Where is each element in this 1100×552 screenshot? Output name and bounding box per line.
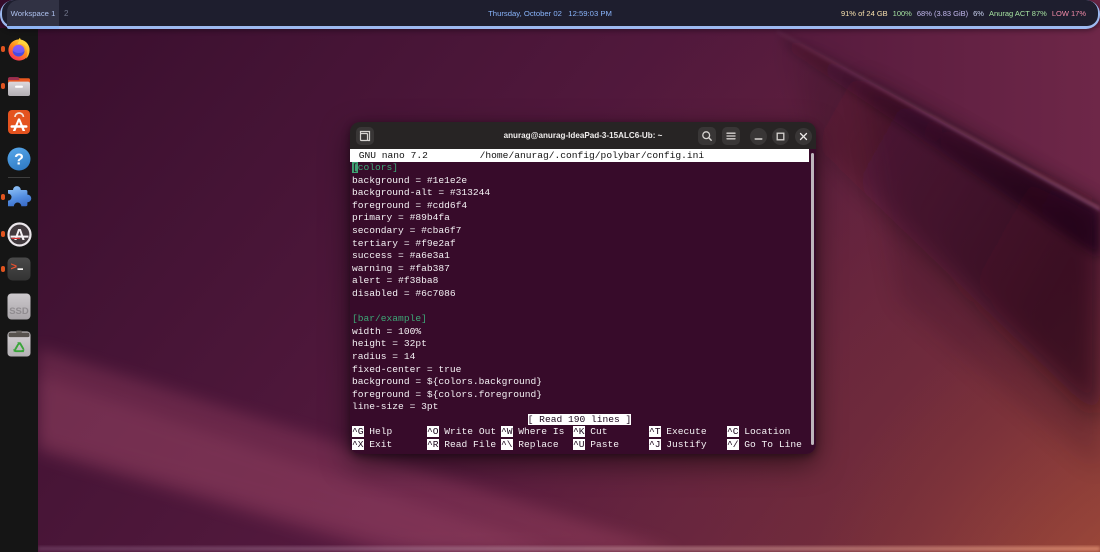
svg-text:>: > [11,262,18,274]
svg-text:?: ? [14,152,24,169]
svg-text:SSD: SSD [9,306,29,317]
